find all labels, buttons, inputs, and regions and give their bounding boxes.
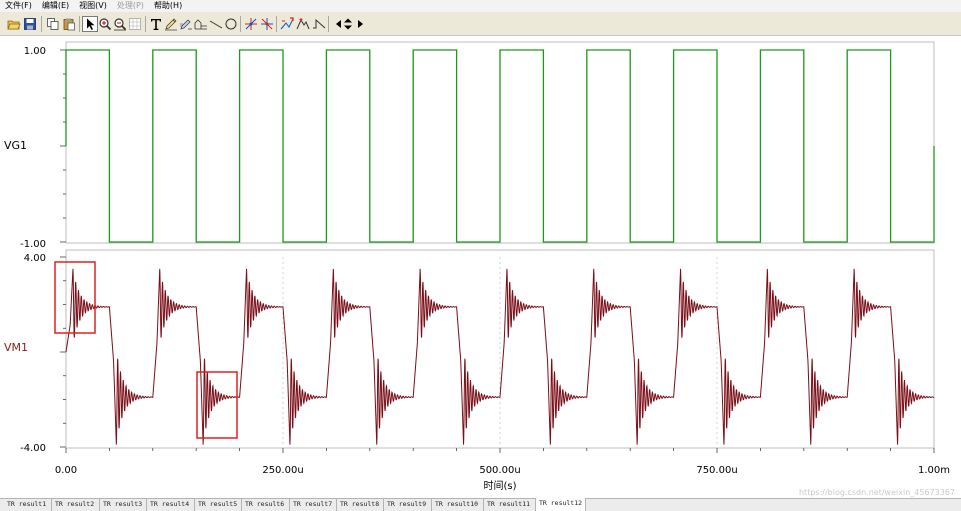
line-button[interactable]	[208, 16, 224, 32]
zoom-in-icon	[99, 18, 112, 31]
vg1-ymax-label: 1.00	[24, 46, 46, 57]
marker-icon	[280, 17, 294, 30]
result-tab-10[interactable]: TR result10	[432, 499, 484, 511]
circle-icon	[225, 18, 237, 30]
line-icon	[209, 20, 223, 29]
menu-item-0[interactable]: 文件(F)	[0, 0, 37, 12]
vg1-signal-label: VG1	[4, 139, 27, 152]
cursor-a-button[interactable]	[243, 16, 259, 32]
shape-button[interactable]	[193, 16, 209, 32]
vm1-ymax-label: 4.00	[24, 253, 46, 264]
copy-icon	[47, 18, 59, 30]
open-button[interactable]	[6, 16, 22, 32]
draw-tool-icon	[180, 19, 192, 30]
grid-button[interactable]	[127, 16, 143, 32]
vm1-ymin-label: -4.00	[20, 443, 46, 454]
pencil-icon	[165, 18, 177, 31]
x-tick-labels: 0.00 250.00u 500.00u 750.00u 1.00m	[55, 465, 950, 476]
toolbar-separator	[328, 16, 329, 32]
toolbar-separator	[79, 16, 80, 32]
vm1-signal-label: VM1	[4, 341, 28, 354]
result-tab-12[interactable]: TR result12	[536, 498, 586, 511]
x-tick-label: 750.00u	[696, 465, 737, 476]
waveform-plot[interactable]: 1.00 -1.00 VG1 4.00 -4.00 VM1 0.00 250.00…	[0, 36, 961, 498]
step-icon	[313, 18, 326, 29]
peak-button[interactable]	[295, 16, 311, 32]
result-tab-8[interactable]: TR result8	[337, 499, 384, 511]
menu-item-1[interactable]: 编辑(E)	[37, 0, 74, 12]
x-axis-label: 时间(s)	[483, 479, 516, 492]
step-button[interactable]	[311, 16, 327, 32]
toolbar	[0, 12, 961, 36]
result-tab-6[interactable]: TR result6	[242, 499, 290, 511]
x-tick-label: 500.00u	[479, 465, 520, 476]
toolbar-separator	[41, 16, 42, 32]
zoom-in-button[interactable]	[97, 16, 113, 32]
menu-item-4[interactable]: 帮助(H)	[149, 0, 187, 12]
toolbar-separator	[145, 16, 146, 32]
result-tab-1[interactable]: TR result1	[4, 499, 52, 511]
result-tab-bar: TR result1 TR result2 TR result3 TR result4…	[0, 498, 961, 511]
cursor-b-button[interactable]	[259, 16, 275, 32]
paste-icon	[63, 18, 75, 31]
watermark: https://blog.csdn.net/weixin_45673367	[798, 488, 955, 497]
open-icon	[7, 20, 21, 30]
marker-button[interactable]	[279, 16, 295, 32]
arrow-right-icon	[358, 20, 363, 28]
result-tab-3[interactable]: TR result3	[100, 499, 147, 511]
x-tick-label: 0.00	[55, 465, 77, 476]
paste-button[interactable]	[61, 16, 77, 32]
menu-bar: 文件(F) 编辑(E) 视图(V) 处理(P) 帮助(H)	[0, 0, 961, 12]
cursor-b-icon	[261, 18, 273, 30]
vg1-waveform	[65, 49, 935, 243]
menu-item-2[interactable]: 视图(V)	[74, 0, 112, 12]
vg1-ymin-label: -1.00	[20, 239, 46, 250]
grid-icon	[129, 18, 141, 30]
result-tab-9[interactable]: TR result9	[384, 499, 432, 511]
result-tab-2[interactable]: TR result2	[52, 499, 100, 511]
menu-item-3[interactable]: 处理(P)	[112, 0, 149, 12]
x-tick-label: 1.00m	[918, 465, 950, 476]
zoom-out-button[interactable]	[112, 16, 128, 32]
text-button[interactable]	[148, 16, 164, 32]
result-tab-4[interactable]: TR result4	[147, 499, 195, 511]
pointer-icon	[87, 18, 95, 30]
result-tab-7[interactable]: TR result7	[290, 499, 337, 511]
save-button[interactable]	[22, 16, 38, 32]
text-icon	[151, 19, 161, 30]
shape-icon	[194, 19, 207, 30]
toolbar-separator	[240, 16, 241, 32]
peak-icon	[296, 18, 310, 30]
pencil-button[interactable]	[163, 16, 179, 32]
draw-tool-button[interactable]	[178, 16, 194, 32]
copy-button[interactable]	[45, 16, 61, 32]
save-icon	[24, 18, 36, 30]
zoom-out-icon	[114, 18, 127, 31]
cursor-a-icon	[245, 18, 257, 30]
pointer-button[interactable]	[82, 16, 98, 32]
toolbar-separator	[276, 16, 277, 32]
result-tab-5[interactable]: TR result5	[195, 499, 242, 511]
circle-button[interactable]	[223, 16, 239, 32]
result-tab-11[interactable]: TR result11	[484, 499, 536, 511]
arrow-right-button[interactable]	[352, 16, 368, 32]
x-tick-label: 250.00u	[262, 465, 303, 476]
